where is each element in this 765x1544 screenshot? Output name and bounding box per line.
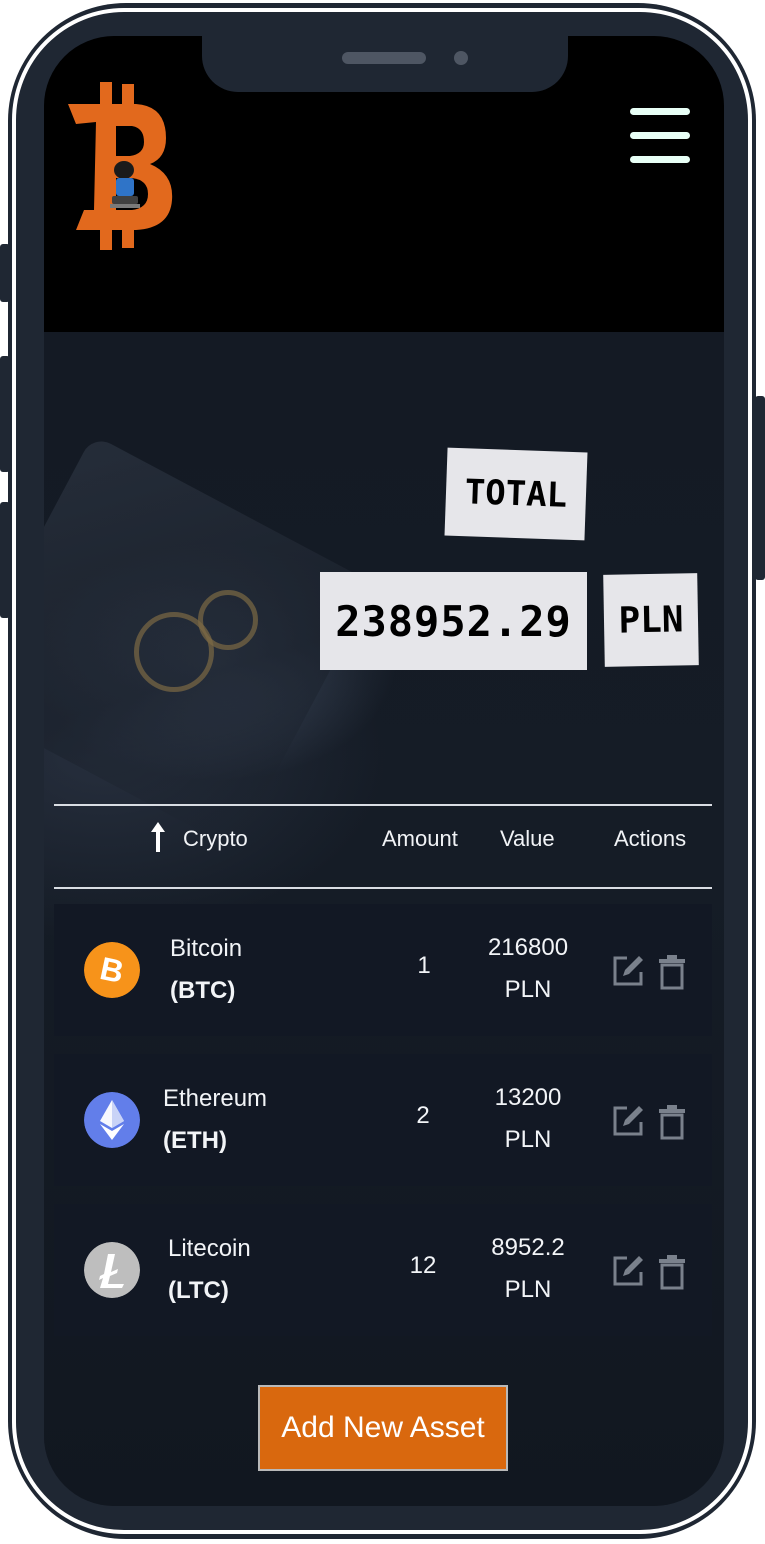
currency-label: PLN (603, 573, 699, 667)
total-value: 238952.29 (320, 572, 587, 670)
table-top-divider (54, 804, 712, 806)
coin-amount: 12 (409, 1252, 437, 1279)
table-row: Ethereum (ETH) 2 13200 PLN (54, 1054, 712, 1186)
ethereum-icon (84, 1092, 140, 1148)
portfolio-section: TOTAL 238952.29 PLN Crypto Amount Value … (44, 332, 724, 1506)
edit-icon[interactable] (611, 954, 645, 988)
coin-name: Bitcoin (170, 935, 243, 962)
add-new-asset-button[interactable]: Add New Asset (258, 1385, 508, 1471)
volume-down-button (0, 502, 10, 618)
bitcoin-logo-icon[interactable] (66, 82, 178, 252)
hamburger-menu-icon[interactable] (630, 108, 692, 166)
bitcoin-icon: B (84, 942, 140, 998)
delete-icon[interactable] (658, 1104, 686, 1140)
coin-symbol: (BTC) (170, 977, 236, 1004)
delete-icon[interactable] (658, 1254, 686, 1290)
edit-icon[interactable] (611, 1254, 645, 1288)
coin-amount: 2 (416, 1102, 430, 1129)
coin-name: Litecoin (168, 1235, 251, 1262)
coin-value: 8952.2 (491, 1234, 565, 1261)
front-camera (454, 51, 468, 65)
speaker-grille (342, 52, 426, 64)
table-row: B Bitcoin (BTC) 1 216800 PLN (54, 904, 712, 1036)
coin-value-currency: PLN (504, 976, 552, 1003)
power-button (755, 396, 765, 580)
coin-symbol: (LTC) (168, 1277, 229, 1304)
coin-name: Ethereum (163, 1085, 268, 1112)
column-header-actions: Actions (614, 826, 687, 851)
sort-up-arrow-icon[interactable] (148, 820, 168, 854)
column-header-amount[interactable]: Amount (382, 826, 458, 852)
coin-symbol: (ETH) (163, 1127, 227, 1154)
total-label: TOTAL (444, 447, 588, 541)
background-circuit-ring (198, 590, 258, 650)
coin-value-currency: PLN (504, 1276, 552, 1303)
app-screen: TOTAL 238952.29 PLN Crypto Amount Value … (44, 36, 724, 1506)
table-bottom-divider (54, 887, 712, 889)
mute-switch (0, 244, 10, 302)
coin-value: 216800 (487, 934, 569, 961)
coin-value: 13200 (494, 1084, 562, 1111)
litecoin-icon (84, 1242, 140, 1298)
column-header-value[interactable]: Value (500, 826, 555, 852)
volume-up-button (0, 356, 10, 472)
coin-value-currency: PLN (504, 1126, 552, 1153)
table-row: Litecoin (LTC) 12 8952.2 PLN (54, 1204, 712, 1336)
edit-icon[interactable] (611, 1104, 645, 1138)
coin-amount: 1 (417, 952, 431, 979)
phone-notch (202, 36, 568, 92)
delete-icon[interactable] (658, 954, 686, 990)
column-header-crypto[interactable]: Crypto (183, 826, 248, 852)
